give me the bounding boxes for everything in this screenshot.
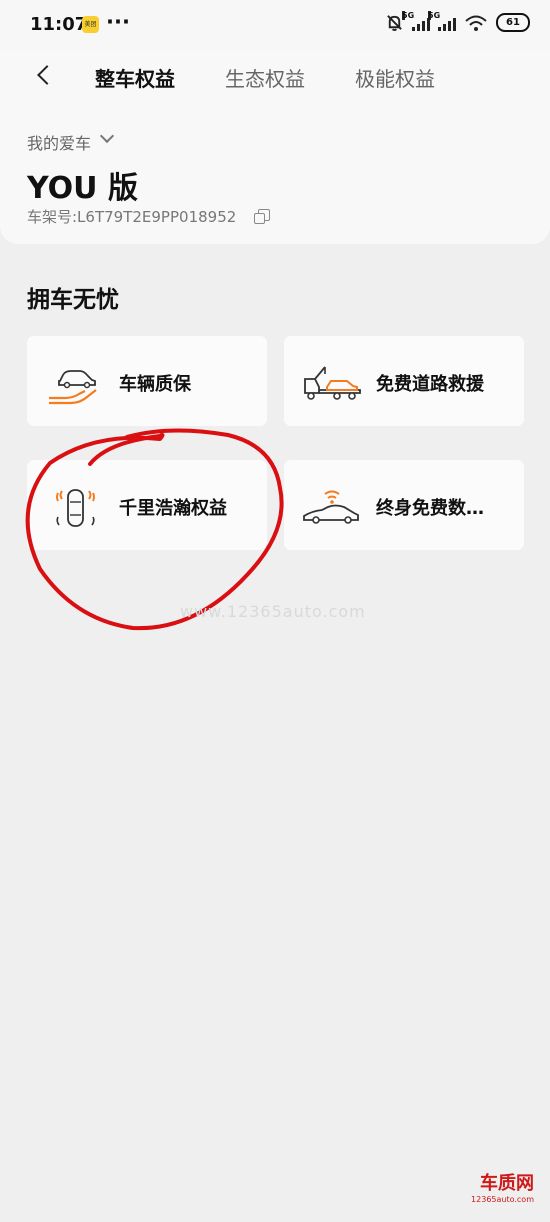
- card-label: 免费道路救援: [376, 374, 484, 395]
- warranty-card[interactable]: 车辆质保: [27, 336, 267, 426]
- card-label: 千里浩瀚权益: [119, 498, 227, 519]
- clock: 11:07: [30, 14, 88, 35]
- road-rescue-card[interactable]: 免费道路救援: [284, 336, 524, 426]
- tab-vehicle-benefits[interactable]: 整车权益: [95, 63, 175, 92]
- app-badge: 美团: [82, 16, 99, 33]
- system-icons: 5G 5G 61: [385, 11, 530, 32]
- signal-label: 5G: [402, 11, 415, 20]
- signal-label: 5G: [428, 11, 441, 20]
- vin-number: 车架号:L6T79T2E9PP018952: [27, 208, 237, 226]
- tab-ecosystem-benefits[interactable]: 生态权益: [225, 63, 305, 92]
- tow-truck-icon: [304, 366, 361, 400]
- benefit-tabs: 整车权益 生态权益 极能权益: [95, 63, 435, 92]
- logo-name: 车质网: [480, 1173, 534, 1194]
- section-title: 拥车无忧: [27, 287, 119, 313]
- card-label: 车辆质保: [119, 374, 191, 395]
- logo-url: 12365auto.com: [471, 1195, 534, 1204]
- car-hand-icon: [49, 370, 97, 405]
- watermark-text: www.12365auto.com: [180, 602, 366, 621]
- lifetime-data-card[interactable]: 终身免费数…: [284, 460, 524, 550]
- cell-signal-icon: 5G: [428, 11, 456, 31]
- my-car-selector[interactable]: 我的爱车: [27, 130, 91, 154]
- car-radar-icon: [56, 489, 95, 527]
- card-label: 终身免费数…: [376, 498, 484, 519]
- car-wifi-icon: [303, 490, 359, 524]
- wifi-icon: [465, 15, 487, 31]
- corner-logo: 车质网 12365auto.com: [471, 1169, 534, 1204]
- long-trip-benefit-card[interactable]: 千里浩瀚权益: [27, 460, 267, 550]
- tab-jineng-benefits[interactable]: 极能权益: [355, 63, 435, 92]
- more-icon: ···: [106, 10, 130, 34]
- status-bar: 11:07 美团 ··· 5G 5G 61: [0, 0, 550, 50]
- battery-indicator: 61: [496, 13, 530, 32]
- copy-icon[interactable]: [254, 209, 270, 224]
- car-model-title: YOU 版: [27, 171, 138, 206]
